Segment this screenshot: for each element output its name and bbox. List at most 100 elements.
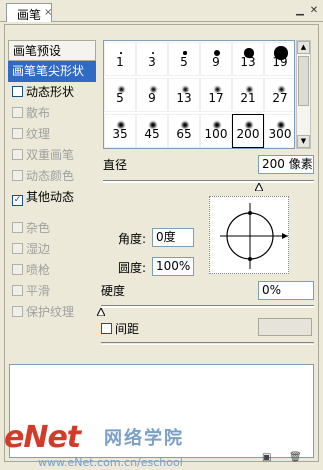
sidebar-item-option[interactable]: 杂色 — [8, 218, 96, 239]
scroll-thumb[interactable] — [298, 56, 309, 106]
brush-tip-65[interactable]: 65 — [168, 114, 200, 148]
sidebar-item-option[interactable]: 动态颜色 — [8, 166, 96, 187]
sidebar-item-label: 画笔预设 — [13, 44, 62, 58]
brush-tip-size: 3 — [148, 55, 156, 69]
sidebar-item-option[interactable]: 动态形状 — [8, 82, 96, 103]
brush-tip-size: 300 — [268, 127, 292, 141]
scroll-down-icon[interactable]: ▼ — [297, 135, 310, 148]
angle-field[interactable]: 0度 — [152, 228, 194, 247]
brush-tip-size: 13 — [240, 55, 256, 69]
brush-tip-size: 1 — [116, 55, 124, 69]
brush-tip-17[interactable]: 17 — [200, 78, 232, 112]
checkbox-icon — [12, 285, 23, 296]
sidebar-item-label: 动态形状 — [26, 85, 75, 99]
checkbox-icon — [12, 222, 23, 233]
sidebar-item-option[interactable]: ✓ 其他动态 — [8, 187, 96, 208]
brush-tip-100[interactable]: 100 — [200, 114, 232, 148]
sidebar-item-label: 保护纹理 — [26, 305, 75, 319]
brush-tip-size: 5 — [116, 91, 124, 105]
scroll-up-icon[interactable]: ▲ — [297, 41, 310, 54]
brush-tip-21[interactable]: 21 — [232, 78, 264, 112]
brush-angle-preview[interactable] — [209, 196, 289, 274]
panel-titlebar: 画笔 × ▁ ✕ — [0, 0, 323, 22]
brush-tip-5[interactable]: 5 — [168, 42, 200, 76]
watermark-logo: eNet — [4, 420, 81, 455]
brush-tip-300[interactable]: 300 — [264, 114, 294, 148]
roundness-label: 圆度: — [118, 261, 147, 275]
brush-tip-45[interactable]: 45 — [136, 114, 168, 148]
brush-tip-1[interactable]: 1 — [104, 42, 136, 76]
brush-tip-size: 5 — [180, 55, 188, 69]
minimize-icon[interactable]: ▁ — [293, 4, 307, 17]
spacing-field — [258, 318, 312, 336]
brush-tip-size: 17 — [208, 91, 224, 105]
brush-tip-dot-icon — [151, 51, 155, 55]
watermark-cn: 网络学院 — [104, 428, 184, 449]
brush-options-list: 画笔预设画笔笔尖形状 动态形状散布纹理双重画笔动态颜色 ✓ 其他动态杂色湿边喷枪平滑保… — [8, 40, 96, 323]
sidebar-item-option[interactable]: 散布 — [8, 103, 96, 124]
brush-grid-scrollbar[interactable]: ▲ ▼ — [296, 40, 311, 149]
brush-tip-size: 9 — [212, 55, 220, 69]
sidebar-item-label: 散布 — [26, 106, 51, 120]
brush-tip-5[interactable]: 5 — [104, 78, 136, 112]
sidebar-item-option[interactable]: 湿边 — [8, 239, 96, 260]
diameter-field[interactable]: 200 像素 — [258, 155, 314, 174]
hardness-field[interactable]: 0% — [258, 281, 314, 300]
brush-tip-size: 100 — [204, 127, 228, 141]
checkbox-icon — [12, 149, 23, 160]
sidebar-item-label: 画笔笔尖形状 — [12, 64, 85, 78]
close-icon[interactable]: × — [44, 7, 52, 18]
brush-angle-diagram — [220, 203, 288, 269]
spacing-option[interactable]: 间距 — [101, 320, 139, 337]
checkbox-icon — [12, 306, 23, 317]
brush-tip-dot-icon — [120, 52, 122, 54]
sidebar-item-label: 喷枪 — [26, 263, 51, 277]
brush-tip-27[interactable]: 27 — [264, 78, 294, 112]
hardness-slider-thumb[interactable] — [97, 308, 105, 316]
brush-tip-200[interactable]: 200 — [232, 114, 264, 148]
brush-tip-35[interactable]: 35 — [104, 114, 136, 148]
close-window-icon[interactable]: ✕ — [307, 4, 321, 17]
hardness-slider[interactable] — [101, 305, 314, 308]
spacing-checkbox[interactable] — [101, 323, 112, 334]
checkbox-checked-icon[interactable]: ✓ — [12, 195, 23, 206]
sidebar-item-label: 杂色 — [26, 221, 51, 235]
sidebar-item-label: 湿边 — [26, 242, 51, 256]
checkbox-icon[interactable] — [12, 86, 23, 97]
brush-tip-size: 19 — [272, 55, 288, 69]
sidebar-item-option[interactable]: 保护纹理 — [8, 302, 96, 323]
watermark-url: www.eNet.com.cn/eschool — [38, 456, 183, 469]
diameter-label: 直径 — [103, 158, 128, 172]
checkbox-icon — [12, 128, 23, 139]
brush-tip-13[interactable]: 13 — [168, 78, 200, 112]
sidebar-item-option[interactable]: 喷枪 — [8, 260, 96, 281]
sidebar-item-option[interactable]: 纹理 — [8, 124, 96, 145]
spacing-slider — [101, 342, 314, 345]
brush-tip-size: 27 — [272, 91, 288, 105]
hardness-label: 硬度 — [101, 284, 126, 298]
brush-tip-13[interactable]: 13 — [232, 42, 264, 76]
checkbox-icon — [12, 243, 23, 254]
checkbox-icon — [12, 170, 23, 181]
brush-tip-9[interactable]: 9 — [136, 78, 168, 112]
brush-tip-size: 13 — [176, 91, 192, 105]
brush-tip-19[interactable]: 19 — [264, 42, 294, 76]
angle-label: 角度: — [118, 232, 147, 246]
sidebar-item-brush-presets[interactable]: 画笔预设 — [8, 40, 96, 61]
sidebar-item-option[interactable]: 双重画笔 — [8, 145, 96, 166]
delete-icon[interactable]: 🗑 — [289, 452, 302, 463]
sidebar-item-option[interactable]: 平滑 — [8, 281, 96, 302]
roundness-field[interactable]: 100% — [152, 257, 194, 276]
brush-tip-size: 200 — [236, 127, 260, 141]
sidebar-item-brush-tip-shape[interactable]: 画笔笔尖形状 — [8, 61, 96, 82]
checkbox-icon — [12, 107, 23, 118]
brush-tip-3[interactable]: 3 — [136, 42, 168, 76]
tab-label: 画笔 — [17, 8, 42, 22]
brush-tip-grid: 1 3 5 9 13 19 5 9 13 17 21 27 35 45 65 100 200 300 — [103, 40, 295, 149]
diameter-slider-thumb[interactable] — [255, 183, 264, 191]
sidebar-item-label: 双重画笔 — [26, 148, 75, 162]
brush-tip-9[interactable]: 9 — [200, 42, 232, 76]
diameter-slider[interactable] — [103, 180, 314, 183]
new-preset-icon[interactable]: ▣ — [262, 452, 271, 463]
